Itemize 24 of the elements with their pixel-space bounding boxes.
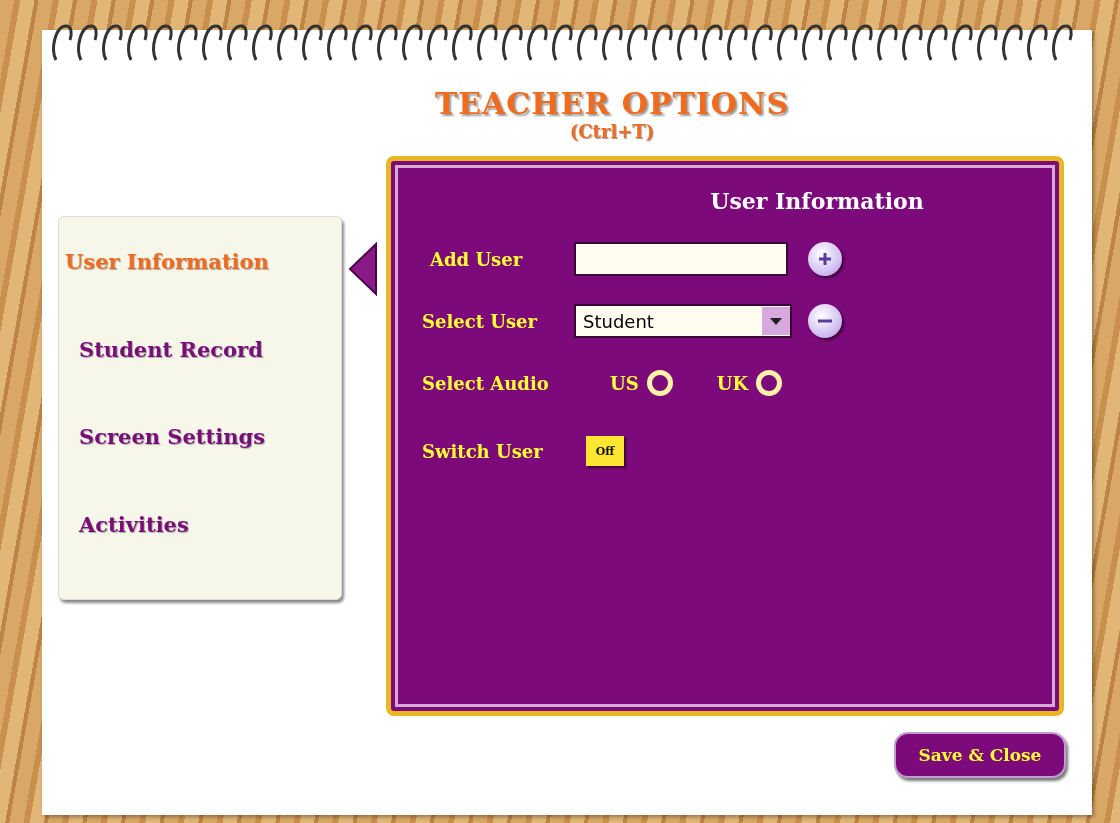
plus-icon <box>818 252 832 266</box>
user-dropdown[interactable]: Student <box>574 304 792 338</box>
remove-button[interactable] <box>808 304 842 338</box>
sidebar-item[interactable]: Student Record <box>65 336 341 424</box>
sidebar-item[interactable]: Activities <box>65 511 341 599</box>
field-label: Select Audio <box>422 372 550 394</box>
field-label: Switch User <box>422 440 544 462</box>
radio-button[interactable] <box>646 370 673 396</box>
caret-icon <box>770 317 782 325</box>
field-label: Add User <box>429 248 524 270</box>
shortcut-hint: (Ctrl+T) <box>569 121 655 142</box>
add-button[interactable] <box>808 242 842 276</box>
minus-icon <box>818 319 832 323</box>
field-label: Select User <box>422 310 539 332</box>
option-label: UK <box>716 372 749 394</box>
input-field[interactable] <box>574 242 788 276</box>
save-close-button[interactable]: Save & Close <box>894 732 1066 778</box>
panel-title: User Information <box>709 188 925 214</box>
radio-button[interactable] <box>756 370 783 396</box>
page-title: TEACHER OPTIONS <box>434 86 790 121</box>
pointer-arrow-icon <box>348 242 378 296</box>
toggle-switch[interactable]: Off <box>586 436 624 466</box>
option-label: US <box>610 372 639 394</box>
sidebar-item[interactable]: Screen Settings <box>65 424 341 512</box>
